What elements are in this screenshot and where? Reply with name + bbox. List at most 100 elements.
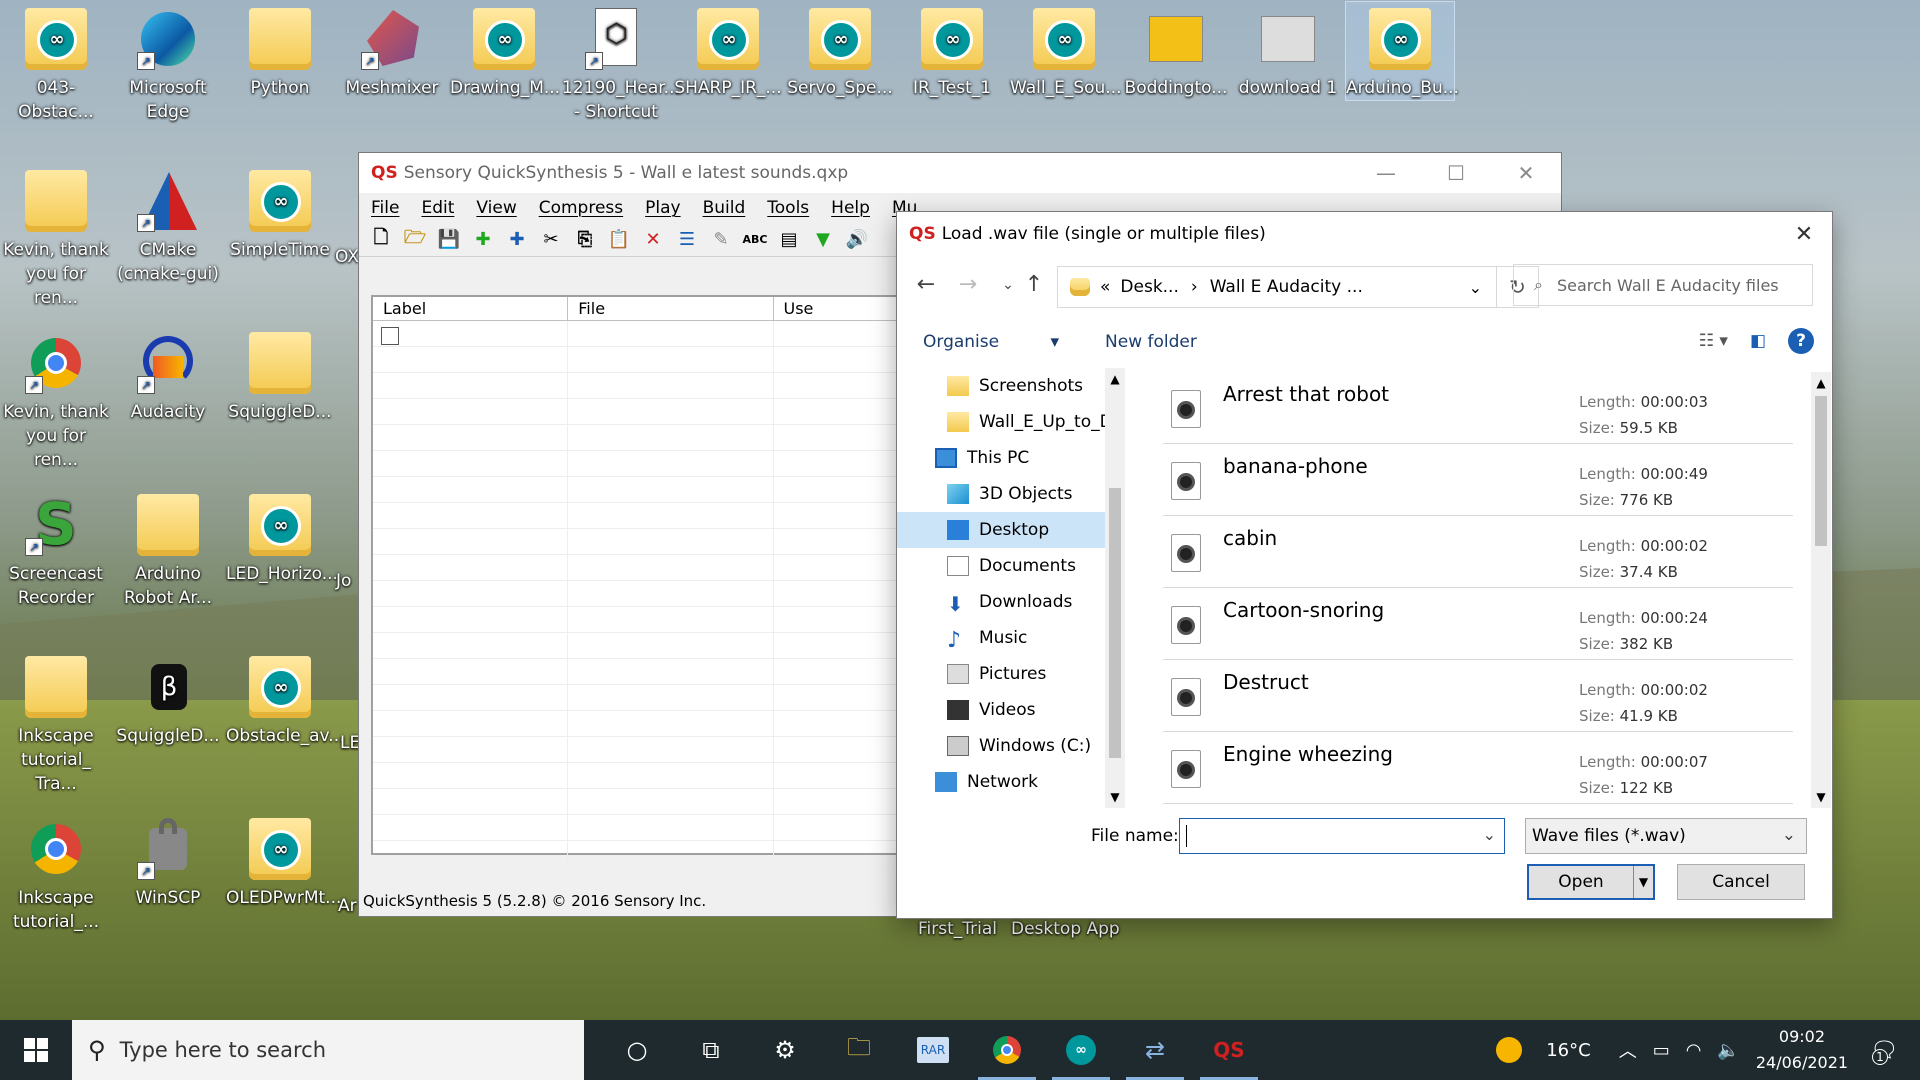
paste-icon[interactable]: 📋	[607, 228, 631, 252]
dialog-close-button[interactable]: ✕	[1776, 212, 1832, 256]
file-explorer-icon[interactable]: 🗀	[822, 1020, 896, 1080]
minimize-button[interactable]: —	[1351, 153, 1421, 193]
temperature[interactable]: 16°C	[1546, 1040, 1590, 1061]
speaker-icon[interactable]: 🔊	[845, 228, 869, 252]
open-split-arrow-icon[interactable]: ▼	[1633, 866, 1653, 898]
menu-edit[interactable]: Edit	[421, 198, 454, 218]
column-label[interactable]: Label	[373, 297, 569, 320]
column-use[interactable]: Use	[774, 297, 910, 320]
up-arrow-icon[interactable]: ↑	[1019, 270, 1049, 300]
list-row[interactable]	[373, 425, 909, 451]
clock[interactable]: 09:02 24/06/2021	[1756, 1024, 1848, 1076]
file-item[interactable]: Engine wheezing Length: 00:00:07 Size: 122…	[1163, 732, 1793, 804]
list-row[interactable]	[373, 607, 909, 633]
navigation-scrollbar[interactable]: ▲ ▼	[1105, 368, 1125, 808]
desktop-icon[interactable]: ∞ Obstacle_av...	[226, 650, 345, 748]
nav-item-videos[interactable]: Videos	[897, 692, 1105, 728]
arduino-icon[interactable]: ∞	[1044, 1020, 1118, 1080]
list-row[interactable]	[373, 321, 909, 347]
notifications-icon[interactable]: 🗨1	[1870, 1038, 1898, 1065]
menu-help[interactable]: Help	[831, 198, 870, 218]
open-button[interactable]: Open ▼	[1527, 864, 1655, 900]
row-checkbox[interactable]	[381, 327, 399, 345]
desktop-icon[interactable]: ∞ SimpleTime	[226, 164, 334, 262]
save-icon[interactable]: 💾	[437, 228, 461, 252]
desktop-label-desktop-app[interactable]: Desktop App	[1011, 919, 1120, 939]
list-row[interactable]	[373, 685, 909, 711]
preview-pane-icon[interactable]: ◧	[1750, 331, 1766, 351]
add-icon[interactable]: ✚	[471, 228, 495, 252]
help-icon[interactable]: ?	[1788, 328, 1814, 354]
file-item[interactable]: Destruct Length: 00:00:02 Size: 41.9 KB	[1163, 660, 1793, 732]
desktop-icon[interactable]: Python	[226, 2, 334, 100]
list-row[interactable]	[373, 659, 909, 685]
file-item[interactable]: Cartoon-snoring Length: 00:00:24 Size: 382…	[1163, 588, 1793, 660]
column-file[interactable]: File	[568, 297, 774, 320]
address-bar[interactable]: « Desk... › Wall E Audacity ... ⌄	[1057, 266, 1497, 308]
desktop-icon[interactable]: ∞ Wall_E_Sou...	[1010, 2, 1122, 100]
cut-icon[interactable]: ✂	[539, 228, 563, 252]
copy-icon[interactable]: ⎘	[573, 228, 597, 252]
close-button[interactable]: ✕	[1491, 153, 1561, 193]
file-name-input[interactable]: ⌄	[1179, 818, 1505, 854]
forward-arrow-icon[interactable]: →	[953, 270, 983, 300]
organise-button[interactable]: Organise ▾	[923, 332, 1059, 352]
show-hidden-icons-chevron-icon[interactable]: ︿	[1619, 1037, 1637, 1063]
cancel-button[interactable]: Cancel	[1677, 864, 1805, 900]
menu-file[interactable]: File	[371, 198, 399, 218]
desktop-icon[interactable]: ∞ SHARP_IR_...	[674, 2, 782, 100]
list-row[interactable]	[373, 399, 909, 425]
file-item[interactable]: banana-phone Length: 00:00:49 Size: 776 KB	[1163, 444, 1793, 516]
list-row[interactable]	[373, 581, 909, 607]
nav-item-docs[interactable]: Documents	[897, 548, 1105, 584]
desktop-icon[interactable]: Inkscape tutorial_...	[2, 812, 110, 934]
nav-item-folder[interactable]: Screenshots	[897, 368, 1105, 404]
list-row[interactable]	[373, 841, 909, 867]
open-folder-icon[interactable]: 🗁	[403, 227, 427, 252]
desktop-icon[interactable]: Inkscape tutorial_ Tra...	[2, 650, 110, 796]
list-row[interactable]	[373, 529, 909, 555]
weather-icon[interactable]	[1496, 1037, 1523, 1063]
list-row[interactable]	[373, 555, 909, 581]
address-dropdown-icon[interactable]: ⌄	[1469, 278, 1482, 297]
desktop-label-first-trial[interactable]: First_Trial	[918, 919, 997, 939]
nav-item-folder[interactable]: Wall_E_Up_to_Da	[897, 404, 1105, 440]
battery-icon[interactable]: ▭	[1653, 1040, 1670, 1061]
sound-list[interactable]: Label File Use	[371, 295, 911, 867]
nav-item-desktop[interactable]: Desktop	[897, 512, 1105, 548]
desktop-icon[interactable]: ⬡ ↗ 12190_Hear... - Shortcut	[562, 2, 680, 124]
desktop-icon[interactable]: ∞ Arduino_Bu...	[1345, 1, 1459, 101]
nav-item-3d[interactable]: 3D Objects	[897, 476, 1105, 512]
file-list-scrollbar[interactable]: ▲ ▼	[1811, 372, 1831, 808]
nav-item-network[interactable]: Network	[897, 764, 1105, 800]
file-type-select[interactable]: Wave files (*.wav) ⌄	[1525, 818, 1807, 854]
file-item[interactable]: cabin Length: 00:00:02 Size: 37.4 KB	[1163, 516, 1793, 588]
pencil-icon[interactable]: ✎	[709, 228, 733, 252]
winrar-icon[interactable]: RAR	[896, 1020, 970, 1080]
dialog-titlebar[interactable]: QS Load .wav file (single or multiple fi…	[897, 212, 1832, 256]
nav-item-drive[interactable]: Windows (C:)	[897, 728, 1105, 764]
menu-play[interactable]: Play	[645, 198, 680, 218]
volume-icon[interactable]: 🔈	[1717, 1040, 1739, 1061]
address-crumb-wall-e[interactable]: Wall E Audacity ...	[1210, 277, 1363, 297]
list-row[interactable]	[373, 815, 909, 841]
spell-icon[interactable]: ABC	[743, 228, 768, 252]
list-row[interactable]	[373, 477, 909, 503]
list-row[interactable]	[373, 763, 909, 789]
table-icon[interactable]: ▤	[777, 228, 801, 252]
list-row[interactable]	[373, 737, 909, 763]
quicksynthesis-icon[interactable]: QS	[1192, 1020, 1266, 1080]
nav-item-pictures[interactable]: Pictures	[897, 656, 1105, 692]
view-options-icon[interactable]: ☷ ▾	[1699, 331, 1728, 351]
desktop-icon[interactable]: Arduino Robot Ar...	[114, 488, 222, 610]
menu-view[interactable]: View	[476, 198, 516, 218]
new-file-icon[interactable]: 🗋	[369, 227, 393, 252]
nav-item-pc[interactable]: This PC	[897, 440, 1105, 476]
wifi-icon[interactable]: ◠	[1686, 1040, 1702, 1061]
list-row[interactable]	[373, 373, 909, 399]
new-folder-button[interactable]: New folder	[1105, 332, 1197, 352]
address-crumb-desktop[interactable]: Desk...	[1120, 277, 1178, 297]
desktop-icon[interactable]: ∞ OLEDPwrMt...	[226, 812, 341, 910]
desktop-icon[interactable]: ↗ Audacity	[114, 326, 222, 424]
nav-item-music[interactable]: ♪ Music	[897, 620, 1105, 656]
